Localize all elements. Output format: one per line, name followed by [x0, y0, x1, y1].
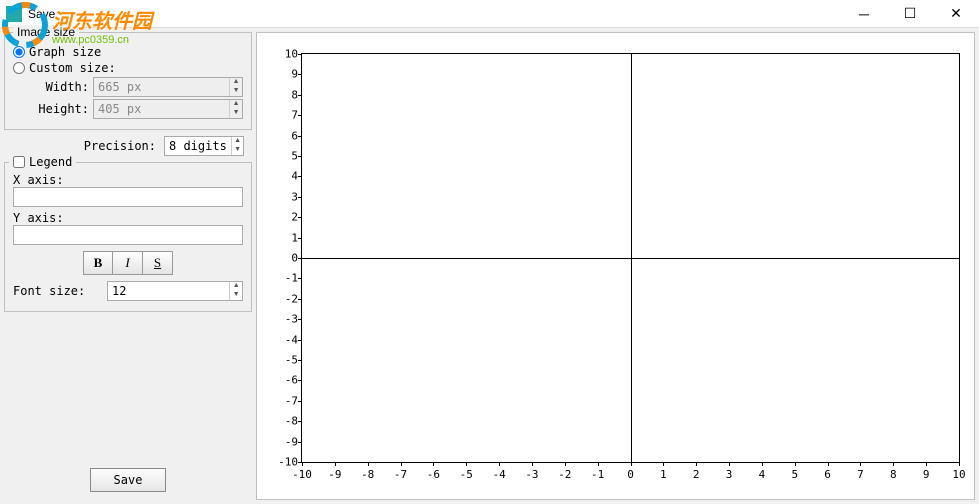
- chevron-down-icon[interactable]: ▼: [230, 291, 242, 300]
- x-tick-label: 2: [693, 468, 700, 481]
- x-tick-label: 4: [759, 468, 766, 481]
- x-tick-label: 10: [952, 468, 965, 481]
- chevron-up-icon[interactable]: ▲: [230, 282, 242, 291]
- y-tick-label: 10: [268, 48, 298, 61]
- close-button[interactable]: ✕: [933, 0, 979, 28]
- y-tick-label: 0: [268, 252, 298, 265]
- y-tick-label: -10: [268, 456, 298, 469]
- underline-button[interactable]: S: [143, 251, 173, 275]
- x-tick-label: 9: [923, 468, 930, 481]
- y-tick-label: 6: [268, 129, 298, 142]
- legend-checkbox-label: Legend: [29, 155, 72, 169]
- height-label: Height:: [33, 102, 89, 116]
- font-size-label: Font size:: [13, 284, 103, 298]
- x-tick-label: -4: [492, 468, 505, 481]
- height-input: [94, 100, 229, 118]
- maximize-button[interactable]: ☐: [887, 0, 933, 28]
- y-tick-label: 7: [268, 109, 298, 122]
- chevron-up-icon: ▲: [230, 100, 242, 109]
- custom-size-radio[interactable]: [13, 62, 25, 74]
- graph-size-label: Graph size: [29, 45, 101, 59]
- custom-size-label: Custom size:: [29, 61, 116, 75]
- plot-preview: -10-9-8-7-6-5-4-3-2-1012345678910-10-9-8…: [256, 32, 975, 500]
- width-label: Width:: [33, 80, 89, 94]
- image-size-group: Image size Graph size Custom size: Width…: [4, 32, 252, 130]
- y-tick-label: -1: [268, 272, 298, 285]
- chevron-up-icon[interactable]: ▲: [232, 137, 243, 146]
- x-tick-label: 1: [660, 468, 667, 481]
- chevron-down-icon: ▼: [230, 87, 242, 96]
- font-size-spinbox[interactable]: ▲▼: [107, 281, 243, 301]
- y-tick-label: 5: [268, 150, 298, 163]
- x-tick-label: 3: [726, 468, 733, 481]
- precision-spinbox[interactable]: ▲▼: [164, 136, 244, 156]
- x-tick-label: -1: [591, 468, 604, 481]
- chevron-down-icon: ▼: [230, 109, 242, 118]
- plot-frame: -10-9-8-7-6-5-4-3-2-1012345678910-10-9-8…: [301, 53, 960, 463]
- y-tick-label: -8: [268, 415, 298, 428]
- x-tick-label: 5: [791, 468, 798, 481]
- y-tick-label: -6: [268, 374, 298, 387]
- x-tick-label: -10: [292, 468, 312, 481]
- x-axis-line: [302, 258, 959, 259]
- x-tick-label: -3: [525, 468, 538, 481]
- x-tick-label: -5: [460, 468, 473, 481]
- yaxis-input[interactable]: [13, 225, 243, 245]
- y-tick-label: 3: [268, 190, 298, 203]
- x-tick-label: 8: [890, 468, 897, 481]
- y-tick-label: -9: [268, 435, 298, 448]
- image-size-legend: Image size: [13, 25, 79, 39]
- xaxis-input[interactable]: [13, 187, 243, 207]
- x-tick-label: 6: [824, 468, 831, 481]
- xaxis-label: X axis:: [13, 173, 243, 187]
- settings-panel: Image size Graph size Custom size: Width…: [4, 32, 252, 500]
- y-tick-label: 2: [268, 211, 298, 224]
- x-tick-label: -8: [361, 468, 374, 481]
- x-tick-label: 0: [627, 468, 634, 481]
- y-tick-label: -4: [268, 333, 298, 346]
- graph-size-radio[interactable]: [13, 46, 25, 58]
- chevron-up-icon: ▲: [230, 78, 242, 87]
- x-tick-label: -2: [558, 468, 571, 481]
- y-tick-label: -2: [268, 292, 298, 305]
- legend-group: Legend X axis: Y axis: B I S Font size: …: [4, 162, 252, 312]
- y-tick-label: 4: [268, 170, 298, 183]
- x-tick-label: -7: [394, 468, 407, 481]
- x-tick-label: -9: [328, 468, 341, 481]
- titlebar: Save ─ ☐ ✕: [0, 0, 979, 28]
- chevron-down-icon[interactable]: ▼: [232, 146, 243, 155]
- y-tick-label: -7: [268, 394, 298, 407]
- width-spinbox: ▲▼: [93, 77, 243, 97]
- x-tick-label: 7: [857, 468, 864, 481]
- y-tick-label: -3: [268, 313, 298, 326]
- y-tick-label: 9: [268, 68, 298, 81]
- app-icon: [6, 6, 22, 22]
- window-title: Save: [28, 7, 55, 21]
- y-tick-label: 8: [268, 88, 298, 101]
- precision-label: Precision:: [84, 139, 156, 153]
- bold-button[interactable]: B: [83, 251, 113, 275]
- minimize-button[interactable]: ─: [841, 0, 887, 28]
- x-tick-label: -6: [427, 468, 440, 481]
- italic-button[interactable]: I: [113, 251, 143, 275]
- height-spinbox: ▲▼: [93, 99, 243, 119]
- width-input: [94, 78, 229, 96]
- yaxis-label: Y axis:: [13, 211, 243, 225]
- y-tick-label: -5: [268, 354, 298, 367]
- legend-checkbox[interactable]: [13, 156, 25, 168]
- y-tick-label: 1: [268, 231, 298, 244]
- save-button[interactable]: Save: [90, 468, 166, 492]
- precision-input[interactable]: [165, 137, 231, 155]
- font-size-input[interactable]: [108, 282, 229, 300]
